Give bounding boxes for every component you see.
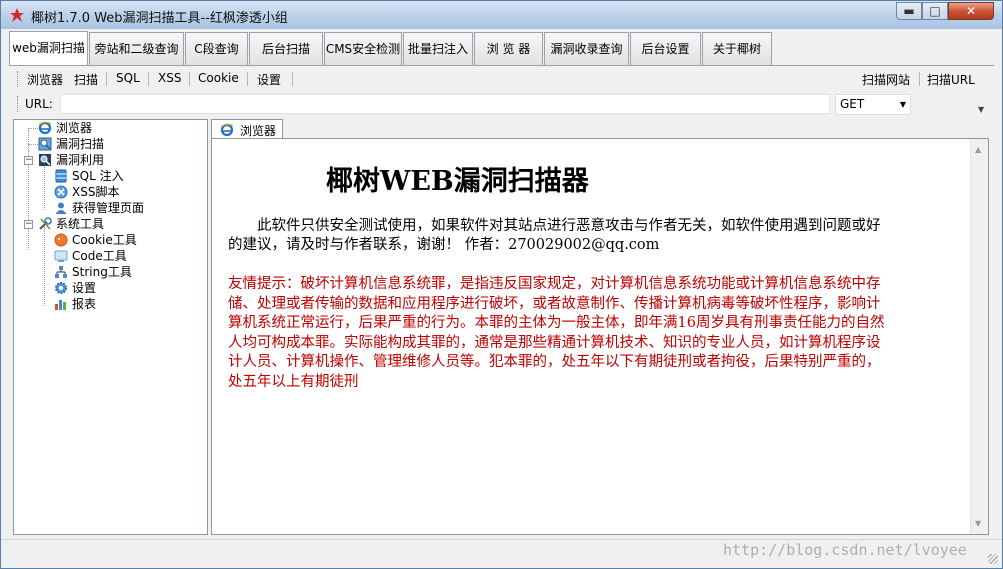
- tree-item-label: 设置: [72, 281, 97, 295]
- tree-item-label: Code工具: [72, 249, 127, 263]
- http-method-value: GET: [840, 97, 865, 111]
- intro-paragraph: 此软件只供安全测试使用，如果软件对其站点进行恶意攻击与作者无关，如软件使用遇到问…: [228, 218, 881, 253]
- tree-item-label: 浏览器: [56, 121, 93, 135]
- window-title: 椰树1.7.0 Web漏洞扫描工具--红枫渗透小组: [31, 11, 288, 26]
- main-tab-strip: web漏洞扫描 旁站和二级查询 C段查询 后台扫描 CMS安全检测 批量扫注入 …: [9, 31, 994, 66]
- page-heading: 椰树WEB漏洞扫描器: [326, 166, 589, 197]
- toolbar-separator: [189, 72, 190, 86]
- tab-vuln-database-query[interactable]: 漏洞收录查询: [544, 32, 629, 65]
- vertical-scrollbar[interactable]: ▲ ▼: [970, 139, 988, 534]
- toolbar-separator: [292, 72, 293, 86]
- collapse-toggle-icon[interactable]: −: [24, 220, 33, 229]
- dropdown-arrow-icon: ▼: [899, 100, 906, 109]
- app-logo-icon: [10, 8, 24, 22]
- toolbar-xss-button[interactable]: XSS: [158, 71, 181, 85]
- toolbar-browser-button[interactable]: 浏览器: [27, 71, 63, 88]
- legal-warning-paragraph: 友情提示：破坏计算机信息系统罪，是指违反国家规定，对计算机信息系统功能或计算机信…: [228, 276, 885, 390]
- tab-admin-scan[interactable]: 后台扫描: [249, 32, 323, 65]
- browser-panel: 浏览器 椰树WEB漏洞扫描器 此软件只供安全测试使用，如果软件对其站点进行恶意攻…: [211, 119, 989, 535]
- url-input[interactable]: [60, 94, 830, 114]
- resize-grip-icon[interactable]: [988, 554, 998, 564]
- minimize-icon: ▬: [903, 4, 915, 18]
- tree-item-label: Cookie工具: [72, 233, 137, 247]
- toolbar-scan-url-button[interactable]: 扫描URL: [927, 71, 975, 88]
- maximize-icon: □: [929, 4, 941, 18]
- toolbar-settings-button[interactable]: 设置: [257, 71, 281, 88]
- url-label: URL:: [25, 97, 53, 111]
- tab-sibling-subdomain-query[interactable]: 旁站和二级查询: [89, 32, 184, 65]
- network-icon: [55, 266, 67, 278]
- scroll-up-icon[interactable]: ▲: [975, 145, 981, 154]
- user-icon: [55, 202, 67, 214]
- xss-icon: [54, 185, 68, 199]
- tools-icon: [39, 217, 52, 230]
- toolbar-separator: [919, 72, 920, 86]
- tree-guide-line: [28, 144, 38, 145]
- tree-item-label: 获得管理页面: [72, 201, 145, 215]
- tree-item-label: String工具: [72, 265, 132, 279]
- toolbar-separator: [148, 72, 149, 86]
- toolbar-sql-button[interactable]: SQL: [116, 71, 140, 85]
- toolbar-overflow-icon[interactable]: ▼: [978, 105, 984, 114]
- tab-backend-settings[interactable]: 后台设置: [630, 32, 701, 65]
- bar-chart-icon: [55, 300, 66, 310]
- browser-tab[interactable]: 浏览器: [211, 119, 283, 139]
- cookie-icon: [54, 233, 68, 247]
- tree-item-label: XSS脚本: [72, 185, 120, 199]
- toolbar: 浏览器 扫描 SQL XSS Cookie 设置 扫描网站 扫描URL: [13, 68, 991, 90]
- urlbar-grip[interactable]: [17, 96, 21, 112]
- toolbar-cookie-button[interactable]: Cookie: [198, 71, 239, 85]
- tree-item-label: 系统工具: [56, 217, 105, 231]
- http-method-select[interactable]: GET ▼: [835, 94, 911, 115]
- tab-strip-divider: [9, 65, 994, 66]
- toolbar-scan-site-button[interactable]: 扫描网站: [862, 71, 910, 88]
- minimize-button[interactable]: ▬: [896, 2, 922, 20]
- exploit-icon: [39, 154, 51, 166]
- collapse-toggle-icon[interactable]: −: [24, 156, 33, 165]
- tree-guide-line: [28, 130, 29, 250]
- tab-browser[interactable]: 浏 览 器: [474, 32, 543, 65]
- tree-item-label: 漏洞扫描: [56, 137, 105, 151]
- tree-guide-line: [44, 226, 45, 306]
- toolbar-separator: [106, 72, 107, 86]
- database-icon: [55, 169, 67, 183]
- browser-content[interactable]: 椰树WEB漏洞扫描器 此软件只供安全测试使用，如果软件对其站点进行恶意攻击与作者…: [211, 138, 989, 535]
- navigation-tree: 浏览器 漏洞扫描 − 漏洞利用 SQL 注入 XSS脚本 获得管理页面 − 系统…: [13, 119, 208, 535]
- close-icon: ✕: [965, 4, 977, 18]
- code-icon: [54, 250, 68, 262]
- tree-guide-line: [44, 162, 45, 210]
- scroll-down-icon[interactable]: ▼: [975, 519, 981, 528]
- gear-icon: [55, 282, 67, 294]
- toolbar-separator: [247, 72, 248, 86]
- tree-item-label: SQL 注入: [72, 169, 124, 183]
- tab-batch-injection[interactable]: 批量扫注入: [403, 32, 473, 65]
- ie-browser-icon: [38, 121, 52, 135]
- tab-web-vuln-scan[interactable]: web漏洞扫描: [9, 31, 88, 66]
- scan-icon: [38, 137, 52, 151]
- tab-cms-security-check[interactable]: CMS安全检测: [324, 32, 402, 65]
- maximize-button[interactable]: □: [922, 2, 948, 20]
- browser-tab-label: 浏览器: [240, 124, 277, 138]
- toolbar-scan-button[interactable]: 扫描: [74, 71, 98, 88]
- tree-item-label: 报表: [72, 297, 97, 311]
- close-button[interactable]: ✕: [948, 2, 994, 20]
- url-bar: URL: GET ▼ ▼: [13, 93, 991, 117]
- title-bar[interactable]: 椰树1.7.0 Web漏洞扫描工具--红枫渗透小组 ▬ □ ✕: [1, 1, 1002, 29]
- tree-item-label: 漏洞利用: [56, 153, 105, 167]
- ie-browser-icon: [220, 123, 234, 137]
- app-window: 椰树1.7.0 Web漏洞扫描工具--红枫渗透小组 ▬ □ ✕ web漏洞扫描 …: [0, 0, 1003, 569]
- tree-guide-line: [28, 128, 38, 129]
- watermark: http://blog.csdn.net/lvoyee: [723, 541, 967, 559]
- tab-about[interactable]: 关于椰树: [702, 32, 772, 65]
- tab-c-segment-query[interactable]: C段查询: [185, 32, 248, 65]
- toolbar-grip[interactable]: [17, 71, 21, 87]
